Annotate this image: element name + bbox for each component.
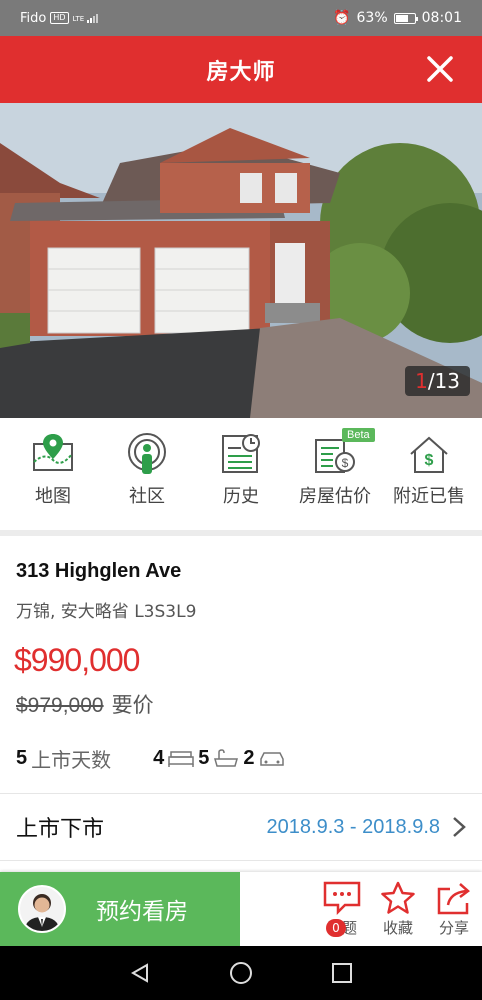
home-icon[interactable] (229, 961, 253, 985)
parking-count: 2 (243, 747, 255, 769)
back-icon[interactable] (129, 962, 151, 984)
listing-locality: 万锦, 安大略省 L3S3L9 (16, 602, 197, 622)
original-price-label: 要价 (111, 694, 154, 717)
chevron-right-icon (453, 817, 466, 837)
original-price: $979,000 要价 (16, 689, 154, 719)
chat-bubble-icon (323, 881, 361, 915)
share-label: 分享 (438, 918, 469, 937)
favorite-label: 收藏 (382, 918, 413, 937)
feature-label: 社区 (129, 486, 165, 507)
close-icon[interactable] (424, 53, 456, 85)
feature-label: 地图 (35, 486, 71, 507)
topic-count-badge: 0 (326, 919, 346, 937)
svg-text:$: $ (342, 456, 349, 470)
favorite-button[interactable]: 收藏 (370, 872, 426, 946)
bedrooms: 4 (153, 747, 198, 770)
system-nav-bar (0, 946, 482, 1000)
hd-badge: HD (50, 12, 69, 24)
divider (0, 860, 482, 861)
bathrooms: 5 (198, 747, 243, 770)
bottom-action-bar: 预约看房 话题 0 收藏 分享 (0, 872, 482, 946)
bedroom-count: 4 (153, 747, 165, 769)
battery-percent: 63% (356, 10, 388, 26)
topic-button[interactable]: 话题 0 (314, 872, 370, 946)
car-icon (259, 751, 284, 766)
agent-avatar (18, 885, 66, 933)
app-header: 房大师 (0, 36, 482, 103)
feature-label: 房屋估价 (299, 486, 371, 507)
star-icon (381, 881, 415, 914)
photo-counter: 1/13 (405, 366, 470, 396)
status-bar: Fido HD LTE ⏰ 63% 08:01 (0, 0, 482, 36)
book-viewing-button[interactable]: 预约看房 (0, 872, 240, 946)
nearby-sold-icon: $ (410, 436, 448, 473)
bathtub-icon (214, 748, 239, 767)
share-icon (437, 882, 470, 914)
listing-address: 313 Highglen Ave (16, 560, 182, 582)
recents-icon[interactable] (331, 962, 353, 984)
share-button[interactable]: 分享 (426, 872, 482, 946)
feature-map[interactable]: 地图 (8, 432, 98, 508)
community-icon (128, 433, 166, 474)
carrier-name: Fido (20, 10, 47, 26)
listing-history-dates: 2018.9.3 - 2018.9.8 (266, 815, 440, 838)
bathroom-count: 5 (198, 747, 210, 769)
days-label: 上市天数 (31, 748, 112, 772)
feature-community[interactable]: 社区 (102, 432, 192, 508)
feature-menu: 地图 社区 历史 $ Beta 房屋估价 $ 附近已售 (0, 418, 482, 530)
signal-icon: LTE (73, 13, 99, 23)
history-icon (222, 434, 260, 473)
listing-stats: 5 上市天数 4 5 2 (16, 744, 476, 773)
map-pin-icon (33, 434, 73, 471)
section-divider (0, 530, 482, 536)
property-photo[interactable]: 1/13 (0, 103, 482, 418)
listing-history-label: 上市下市 (16, 817, 105, 842)
svg-text:$: $ (425, 452, 434, 469)
photo-current: 1 (415, 369, 428, 393)
feature-history[interactable]: 历史 (196, 432, 286, 508)
days-count: 5 (16, 747, 28, 769)
photo-total: /13 (427, 369, 460, 393)
book-viewing-label: 预约看房 (96, 899, 188, 925)
feature-valuation[interactable]: $ Beta 房屋估价 (290, 428, 380, 508)
days-on-market: 5 上市天数 (16, 744, 111, 773)
feature-label: 附近已售 (393, 486, 465, 507)
feature-label: 历史 (223, 486, 259, 507)
feature-nearby-sold[interactable]: $ 附近已售 (384, 432, 474, 508)
listing-price: $990,000 (14, 642, 140, 678)
original-price-value: $979,000 (16, 694, 104, 717)
app-title: 房大师 (206, 59, 276, 85)
battery-icon (393, 12, 418, 24)
beta-badge: Beta (342, 428, 375, 442)
bed-icon (168, 750, 194, 767)
listing-history-row[interactable]: 上市下市 2018.9.3 - 2018.9.8 (0, 794, 482, 860)
alarm-icon: ⏰ (333, 10, 351, 26)
clock: 08:01 (421, 10, 462, 26)
parking: 2 (243, 747, 288, 770)
